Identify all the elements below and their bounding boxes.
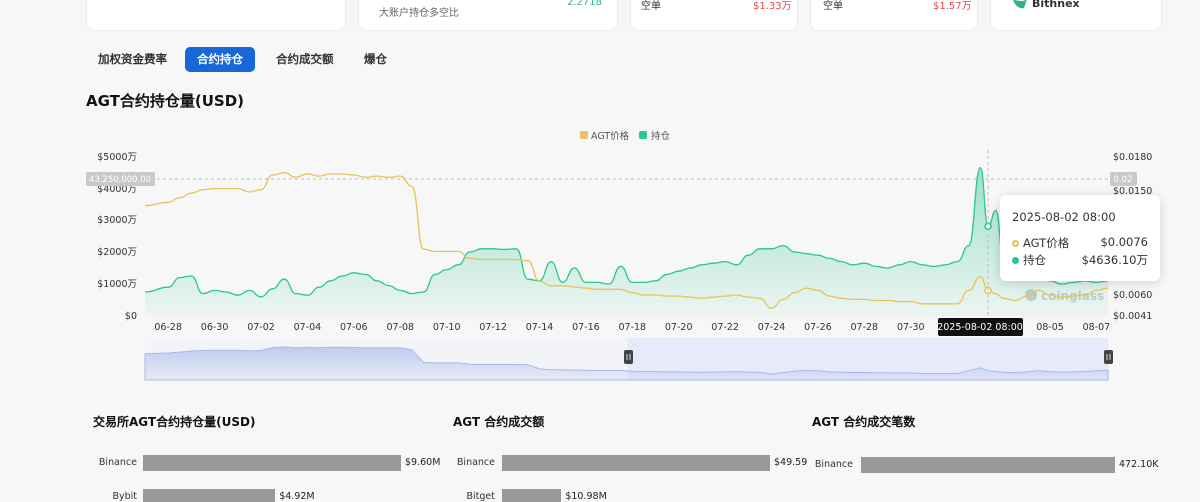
tooltip-price-value: $0.0076	[1100, 235, 1148, 249]
chart-section-title: AGT合约持仓量(USD)	[86, 92, 245, 110]
x-axis-tick: 07-06	[340, 322, 368, 333]
exchange-oi-title: 交易所AGT合约持仓量(USD)	[93, 415, 256, 429]
x-axis-tick: 07-22	[711, 322, 739, 333]
x-axis-tick: 06-30	[201, 322, 229, 333]
summary-card-4: 空单 $1.57万	[810, 0, 978, 31]
x-axis-tick: 07-30	[897, 322, 925, 333]
card-short-label: 空单	[641, 1, 661, 12]
tooltip-row-oi: 持仓 $4636.10万	[1012, 252, 1148, 268]
bar-exchange-label: Binance	[814, 459, 853, 470]
bithnex-brand-label: Bithnex	[1032, 0, 1080, 10]
x-axis-tick: 07-16	[572, 322, 600, 333]
y-left-tick: $1000万	[97, 279, 137, 290]
x-axis-tick: 07-20	[665, 322, 693, 333]
tooltip-oi-label: 持仓	[1023, 253, 1046, 267]
y-left-tick: $5000万	[97, 152, 137, 163]
card-green-value: 2.2718	[567, 0, 602, 8]
x-axis-tick: 07-28	[850, 322, 878, 333]
bithnex-logo-icon	[1013, 0, 1027, 9]
tooltip-oi-dot-icon	[1012, 257, 1019, 264]
crosshair-y-label: 43,250,000.00	[89, 175, 151, 185]
y-left-tick: $0	[125, 311, 137, 322]
tooltip-title: 2025-08-02 08:00	[1012, 210, 1116, 224]
tab-volume[interactable]: 合约成交额	[264, 47, 346, 72]
bar-row[interactable]: Binance 472.10K	[0, 457, 1200, 473]
range-slider-right-handle[interactable]	[1104, 350, 1113, 364]
x-axis-tick: 07-04	[294, 322, 322, 333]
summary-card-2: 2.2718 大账户持仓多空比	[358, 0, 618, 31]
tooltip-oi-value: $4636.10万	[1081, 253, 1148, 267]
bar-value-label: 472.10K	[1119, 459, 1159, 470]
range-slider[interactable]	[144, 338, 1113, 381]
y-right-tick: $0.0041	[1113, 311, 1152, 322]
x-axis-tick: 07-18	[618, 322, 646, 333]
x-axis-tick: 06-28	[154, 322, 182, 333]
x-axis-tick: 08-07	[1083, 322, 1111, 333]
oi-area	[145, 167, 1108, 316]
bar-row[interactable]	[0, 491, 1200, 502]
card-short-value: $1.57万	[933, 1, 972, 12]
trades-title: AGT 合约成交笔数	[812, 415, 916, 429]
tooltip-price-dot-icon	[1012, 240, 1019, 247]
summary-card-3: 空单 $1.33万	[630, 0, 798, 31]
crosshair-x-label: 2025-08-02 08:00	[937, 322, 1023, 333]
tab-open-interest[interactable]: 合约持仓	[185, 47, 255, 72]
volume-title: AGT 合约成交额	[453, 415, 545, 429]
x-axis-tick: 07-26	[804, 322, 832, 333]
card-short-value: $1.33万	[753, 1, 792, 12]
x-axis-tick: 07-24	[758, 322, 786, 333]
bar[interactable]	[861, 457, 1115, 473]
x-axis-tick: 07-10	[433, 322, 461, 333]
crosshair-right-label: 0.02	[1114, 175, 1133, 185]
tab-liquidation[interactable]: 爆仓	[352, 47, 399, 72]
y-left-tick: $2000万	[97, 247, 137, 258]
x-axis-tick: 07-02	[247, 322, 275, 333]
tooltip-price-label: AGT价格	[1023, 236, 1070, 250]
x-axis-tick: 07-14	[526, 322, 554, 333]
x-axis-tick: 07-08	[386, 322, 414, 333]
legend-oi-swatch[interactable]	[639, 131, 647, 139]
card-short-label: 空单	[823, 1, 843, 12]
tooltip-row-price: AGT价格 $0.0076	[1012, 235, 1148, 251]
y-left-tick: $3000万	[97, 215, 137, 226]
y-right-tick: $0.0180	[1113, 152, 1152, 163]
card-sub-label: 大账户持仓多空比	[379, 8, 459, 19]
chart-tooltip: 2025-08-02 08:00 AGT价格 $0.0076 持仓 $4636.…	[1000, 195, 1160, 281]
x-axis-tick: 08-05	[1036, 322, 1064, 333]
legend-oi-label[interactable]: 持仓	[651, 130, 671, 142]
x-axis-tick: 07-12	[479, 322, 507, 333]
legend-price-swatch[interactable]	[580, 131, 588, 139]
tab-weighted-funding-rate[interactable]: 加权资金费率	[86, 47, 179, 72]
legend-price-label[interactable]: AGT价格	[591, 130, 630, 142]
summary-card-1	[86, 0, 346, 31]
y-right-tick: $0.0060	[1113, 290, 1152, 301]
range-slider-left-handle[interactable]	[624, 350, 633, 364]
